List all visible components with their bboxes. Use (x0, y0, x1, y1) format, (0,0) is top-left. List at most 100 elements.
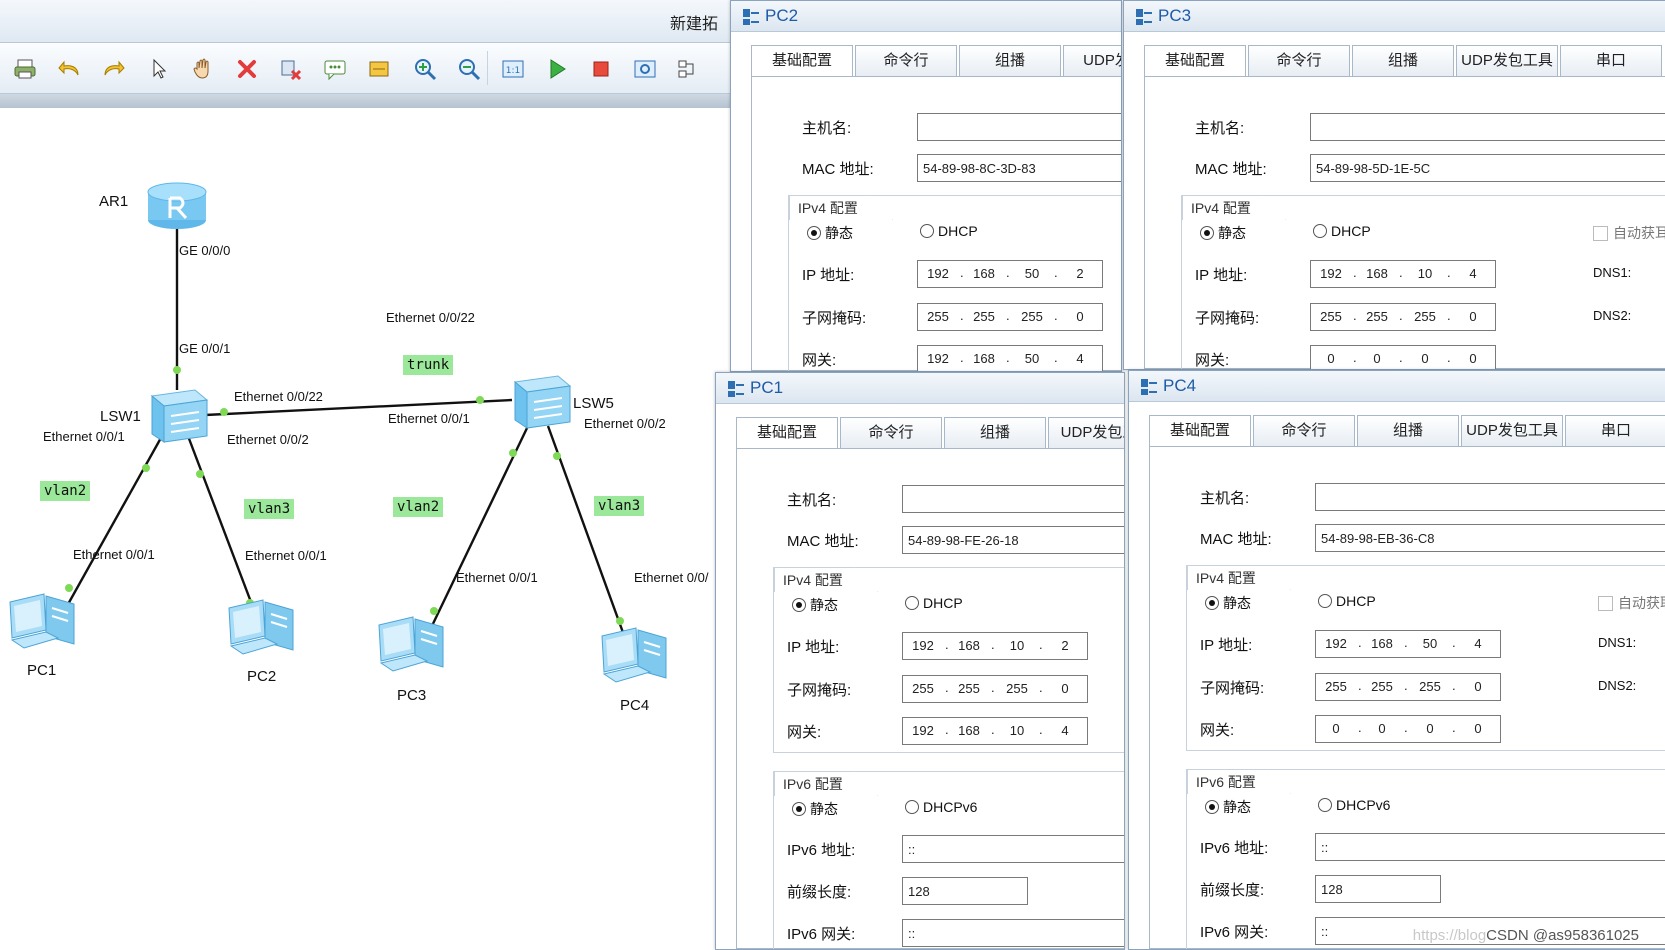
topology-canvas[interactable]: AR1 LSW1 LSW5 PC1 PC2 PC3 PC4 GE 0/0/0 G… (0, 108, 730, 948)
pc4-tab-cli[interactable]: 命令行 (1253, 415, 1355, 447)
pc3-hostname-input[interactable] (1310, 113, 1665, 141)
pc4-gateway-input-octet: 0 (1474, 721, 1482, 736)
pc1-tab-udp[interactable]: UDP发包工 (1048, 417, 1124, 449)
pc4-prefix-input[interactable]: 128 (1315, 875, 1441, 903)
pc1-tab-multicast[interactable]: 组播 (944, 417, 1046, 449)
pc2-mac-field[interactable]: 54-89-98-8C-3D-83 (917, 154, 1121, 182)
pc3-tab-serial[interactable]: 串口 (1560, 45, 1662, 77)
port-dot-lsw5-pc3 (509, 449, 517, 457)
pc3-dhcp-radio[interactable]: DHCP (1313, 223, 1371, 239)
pc3-tab-cli[interactable]: 命令行 (1248, 45, 1350, 77)
redo-icon[interactable] (98, 54, 128, 84)
pc3-mask-input-octet: 255 (1320, 309, 1342, 324)
pc4-static-radio[interactable]: 静态 (1205, 593, 1251, 613)
pc1-prefix-input[interactable]: 128 (902, 877, 1028, 905)
pc1-ip-input-octet: 10 (1009, 638, 1025, 653)
pc2-tab-multicast[interactable]: 组播 (959, 45, 1061, 77)
pc3-mac-field[interactable]: 54-89-98-5D-1E-5C (1310, 154, 1665, 182)
pc2-gateway-input[interactable]: 192. 168. 50. 4 (917, 345, 1103, 371)
pc4-ip-input-dot: . (1358, 635, 1362, 650)
pc4-tab-udp[interactable]: UDP发包工具 (1461, 415, 1563, 447)
pc1-dhcpv6-radio[interactable]: DHCPv6 (905, 799, 977, 815)
pc4-auto-dns-checkbox[interactable]: 自动获取 (1598, 593, 1665, 613)
pc2-title-bar[interactable]: PC2 (731, 1, 1121, 32)
pc4-tab-serial[interactable]: 串口 (1565, 415, 1665, 447)
pc2-static-radio[interactable]: 静态 (807, 223, 853, 243)
pc3-ip-input-octet: 192 (1320, 266, 1342, 281)
pc3-tab-basic[interactable]: 基础配置 (1144, 45, 1246, 77)
pc4-dhcpv6-radio[interactable]: DHCPv6 (1318, 797, 1390, 813)
toolbar-divider (0, 94, 730, 108)
pc3-title-bar[interactable]: PC3 (1124, 1, 1665, 32)
pc3-tab-udp[interactable]: UDP发包工具 (1456, 45, 1558, 77)
rectangle-icon[interactable] (364, 54, 394, 84)
pc2-tab-udp[interactable]: UDP发包 (1063, 45, 1121, 77)
pc1-tab-basic[interactable]: 基础配置 (736, 417, 838, 449)
pc3-hostname-label: 主机名: (1195, 120, 1245, 137)
stop-device-icon[interactable] (586, 54, 616, 84)
pc3-tab-multicast[interactable]: 组播 (1352, 45, 1454, 77)
pc2-tab-cli[interactable]: 命令行 (855, 45, 957, 77)
pc3-mask-input[interactable]: 255. 255. 255. 0 (1310, 303, 1496, 331)
pc2-basic-panel: 主机名: MAC 地址: 54-89-98-8C-3D-83 IPv4 配置 静… (751, 76, 1121, 371)
pan-hand-icon[interactable] (188, 54, 218, 84)
pc1-dhcp-radio[interactable]: DHCP (905, 595, 963, 611)
pc1-static-radio[interactable]: 静态 (792, 595, 838, 615)
pc1-gateway-input[interactable]: 192. 168. 10. 4 (902, 717, 1088, 745)
zoom-out-icon[interactable] (454, 54, 484, 84)
pc1-tab-cli[interactable]: 命令行 (840, 417, 942, 449)
pc4-ip-input[interactable]: 192. 168. 50. 4 (1315, 630, 1501, 658)
pc4-ipv6-input[interactable]: :: (1315, 833, 1665, 861)
pc1-title-bar[interactable]: PC1 (716, 373, 1124, 404)
pc4-ipv6-static-radio[interactable]: 静态 (1205, 797, 1251, 817)
pc2-tab-basic[interactable]: 基础配置 (751, 45, 853, 77)
pc2-ip-input[interactable]: 192. 168. 50. 2 (917, 260, 1103, 288)
pc4-title-bar[interactable]: PC4 (1129, 371, 1665, 402)
pc4-gateway-input-octet: 0 (1332, 721, 1340, 736)
pc1-mac-field[interactable]: 54-89-98-FE-26-18 (902, 526, 1124, 554)
delete-icon[interactable] (232, 54, 262, 84)
pc4-mask-input[interactable]: 255. 255. 255. 0 (1315, 673, 1501, 701)
pc1-ipv6-input[interactable]: :: (902, 835, 1124, 863)
pc1-prefix-label: 前缀长度: (787, 884, 852, 901)
fit-window-icon[interactable]: 1:1 (498, 54, 528, 84)
pc2-ip-input-octet: 2 (1076, 266, 1084, 281)
pc1-ipv6-label: IPv6 地址: (787, 842, 856, 859)
pc3-auto-dns-checkbox[interactable]: 自动获耳 (1593, 223, 1665, 243)
pc1-ip-input[interactable]: 192. 168. 10. 2 (902, 632, 1088, 660)
pc1-gateway-input-octet: 168 (958, 723, 980, 738)
pc4-prefix-label: 前缀长度: (1200, 882, 1265, 899)
pc3-gateway-input[interactable]: 0. 0. 0. 0 (1310, 345, 1496, 369)
pc4-tab-basic[interactable]: 基础配置 (1149, 415, 1251, 447)
pc4-tab-multicast[interactable]: 组播 (1357, 415, 1459, 447)
pc4-gateway-input[interactable]: 0. 0. 0. 0 (1315, 715, 1501, 743)
pc2-hostname-input[interactable] (917, 113, 1121, 141)
start-device-icon[interactable] (542, 54, 572, 84)
pc3-ip-input[interactable]: 192. 168. 10. 4 (1310, 260, 1496, 288)
print-icon[interactable] (10, 54, 40, 84)
topology-icon[interactable] (674, 54, 704, 84)
select-pointer-icon[interactable] (144, 54, 174, 84)
port-dot-lsw5-pc4 (616, 617, 624, 625)
delete-link-icon[interactable] (276, 54, 306, 84)
pc4-mask-label: 子网掩码: (1200, 680, 1265, 697)
switch-icon-lsw1 (150, 389, 209, 443)
pc1-mask-input[interactable]: 255. 255. 255. 0 (902, 675, 1088, 703)
pc3-static-radio[interactable]: 静态 (1200, 223, 1246, 243)
text-comment-icon[interactable] (320, 54, 350, 84)
pc-icon-pc2 (228, 599, 294, 655)
pc2-ip-input-octet: 168 (973, 266, 995, 281)
pc1-ipv6-gw-input[interactable]: :: (902, 919, 1124, 947)
pc2-title: PC2 (765, 6, 799, 25)
pc2-mask-input[interactable]: 255. 255. 255. 0 (917, 303, 1103, 331)
pc4-dhcp-radio[interactable]: DHCP (1318, 593, 1376, 609)
zoom-in-icon[interactable] (410, 54, 440, 84)
pc2-dhcp-radio[interactable]: DHCP (920, 223, 978, 239)
pc1-hostname-input[interactable] (902, 485, 1124, 513)
pc4-mac-field[interactable]: 54-89-98-EB-36-C8 (1315, 524, 1665, 552)
pc2-gateway-input-octet: 168 (973, 351, 995, 366)
undo-icon[interactable] (55, 54, 85, 84)
pc4-hostname-input[interactable] (1315, 483, 1665, 511)
pc1-ipv6-static-radio[interactable]: 静态 (792, 799, 838, 819)
capture-icon[interactable] (630, 54, 660, 84)
